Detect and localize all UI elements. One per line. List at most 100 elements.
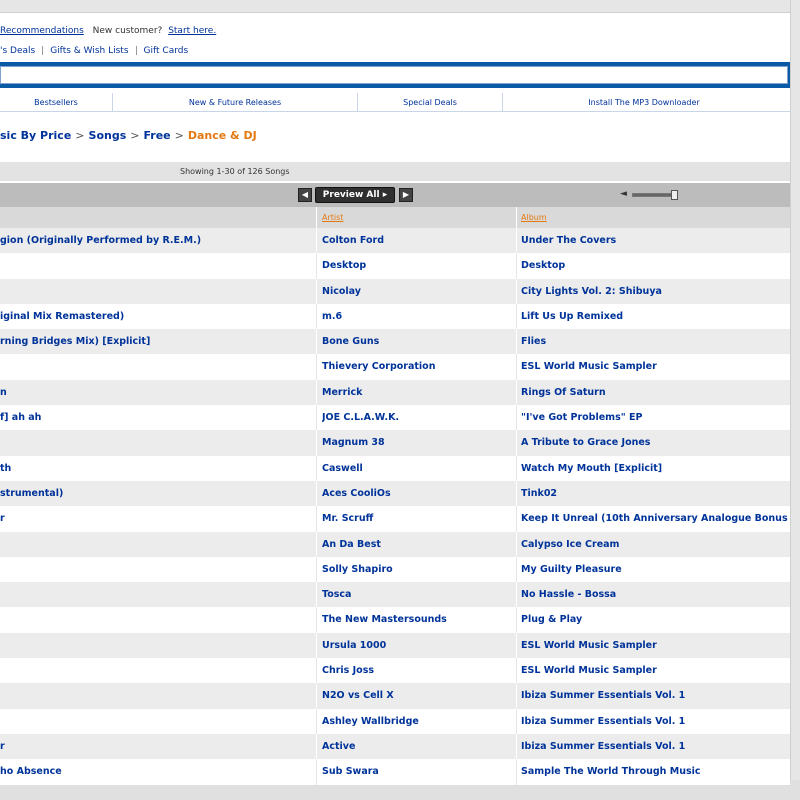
artist-link[interactable]: Active [322, 741, 512, 752]
column-album-header[interactable]: Album [521, 213, 547, 222]
column-divider [516, 253, 517, 279]
artist-link[interactable]: Mr. Scruff [322, 513, 512, 524]
tab-bestsellers[interactable]: Bestsellers [0, 93, 113, 111]
start-here-link[interactable]: Start here. [168, 26, 216, 36]
artist-link[interactable]: Magnum 38 [322, 437, 512, 448]
divider [42, 46, 44, 55]
table-header: Artist Album [0, 207, 790, 228]
tab-special-deals[interactable]: Special Deals [358, 93, 503, 111]
artist-link[interactable]: Solly Shapiro [322, 564, 512, 575]
song-title-link[interactable]: gion (Originally Performed by R.E.M.) [0, 235, 310, 246]
column-divider [316, 733, 317, 760]
album-link[interactable]: Rings Of Saturn [521, 387, 790, 398]
gifts-wish-lists-link[interactable]: Gifts & Wish Lists [50, 46, 128, 56]
album-link[interactable]: Under The Covers [521, 235, 790, 246]
song-title-link[interactable]: rning Bridges Mix) [Explicit] [0, 336, 310, 347]
column-divider [516, 733, 517, 760]
table-row: Ashley Wallbridge Ibiza Summer Essentials… [0, 708, 790, 734]
artist-link[interactable]: Nicolay [322, 286, 512, 297]
artist-link[interactable]: Aces CooliOs [322, 488, 512, 499]
album-link[interactable]: Tink02 [521, 488, 790, 499]
album-link[interactable]: No Hassle - Bossa [521, 589, 790, 600]
table-row: An Da Best Calypso Ice Cream [0, 531, 790, 557]
artist-link[interactable]: Merrick [322, 387, 512, 398]
album-link[interactable]: Plug & Play [521, 614, 790, 625]
rewind-icon[interactable]: ◀ [298, 188, 312, 202]
deals-link[interactable]: 's Deals [0, 46, 35, 56]
column-artist-header[interactable]: Artist [322, 213, 343, 222]
song-title-link[interactable]: r [0, 513, 310, 524]
breadcrumb-songs[interactable]: Songs [89, 129, 127, 142]
account-links: Recommendations New customer? Start here… [0, 26, 216, 38]
column-divider [516, 329, 517, 355]
album-link[interactable]: My Guilty Pleasure [521, 564, 790, 575]
artist-link[interactable]: Tosca [322, 589, 512, 600]
gift-cards-link[interactable]: Gift Cards [144, 46, 189, 56]
album-link[interactable]: Ibiza Summer Essentials Vol. 1 [521, 741, 790, 752]
artist-link[interactable]: JOE C.L.A.W.K. [322, 412, 512, 423]
search-input[interactable] [0, 66, 788, 84]
column-divider [316, 278, 317, 304]
volume-handle[interactable] [671, 190, 678, 200]
volume-slider[interactable] [632, 193, 676, 197]
artist-link[interactable]: Ashley Wallbridge [322, 716, 512, 727]
artist-link[interactable]: m.6 [322, 311, 512, 322]
song-title-link[interactable]: r [0, 741, 310, 752]
fast-forward-icon[interactable]: ▶ [399, 188, 413, 202]
column-divider [516, 556, 517, 583]
table-row: n Merrick Rings Of Saturn [0, 379, 790, 406]
table-row: The New Mastersounds Plug & Play [0, 607, 790, 633]
column-divider [316, 683, 317, 709]
album-link[interactable]: ESL World Music Sampler [521, 361, 790, 372]
artist-link[interactable]: Bone Guns [322, 336, 512, 347]
recommendations-link[interactable]: Recommendations [0, 26, 84, 36]
divider [135, 46, 137, 55]
table-row: Magnum 38 A Tribute to Grace Jones [0, 430, 790, 456]
table-row: rning Bridges Mix) [Explicit] Bone Guns Fl… [0, 329, 790, 355]
album-link[interactable]: Sample The World Through Music [521, 766, 790, 777]
album-link[interactable]: ESL World Music Sampler [521, 640, 790, 651]
artist-link[interactable]: Chris Joss [322, 665, 512, 676]
artist-link[interactable]: N2O vs Cell X [322, 690, 512, 701]
table-row: Chris Joss ESL World Music Sampler [0, 658, 790, 684]
volume-level [633, 194, 671, 196]
album-link[interactable]: A Tribute to Grace Jones [521, 437, 790, 448]
song-title-link[interactable]: iginal Mix Remastered) [0, 311, 310, 322]
tab-new-future-releases[interactable]: New & Future Releases [113, 93, 358, 111]
album-link[interactable]: Watch My Mouth [Explicit] [521, 463, 790, 474]
album-link[interactable]: Flies [521, 336, 790, 347]
column-divider [316, 759, 317, 785]
artist-link[interactable]: Colton Ford [322, 235, 512, 246]
artist-link[interactable]: Ursula 1000 [322, 640, 512, 651]
album-link[interactable]: "I've Got Problems" EP [521, 412, 790, 423]
preview-player-bar: ◀ Preview All ▸ ▶ ◄ [0, 183, 790, 207]
preview-all-button[interactable]: Preview All ▸ [315, 187, 395, 203]
song-title-link[interactable]: f] ah ah [0, 412, 310, 423]
album-link[interactable]: City Lights Vol. 2: Shibuya [521, 286, 790, 297]
song-title-link[interactable]: strumental) [0, 488, 310, 499]
artist-link[interactable]: Caswell [322, 463, 512, 474]
artist-link[interactable]: The New Mastersounds [322, 614, 512, 625]
breadcrumb-free[interactable]: Free [143, 129, 170, 142]
album-link[interactable]: ESL World Music Sampler [521, 665, 790, 676]
album-link[interactable]: Ibiza Summer Essentials Vol. 1 [521, 716, 790, 727]
table-row: th Caswell Watch My Mouth [Explicit] [0, 455, 790, 481]
artist-link[interactable]: Sub Swara [322, 766, 512, 777]
table-row: r Active Ibiza Summer Essentials Vol. 1 [0, 733, 790, 760]
column-divider [516, 531, 517, 557]
artist-link[interactable]: An Da Best [322, 539, 512, 550]
album-link[interactable]: Desktop [521, 260, 790, 271]
artist-link[interactable]: Desktop [322, 260, 512, 271]
song-title-link[interactable]: ho Absence [0, 766, 310, 777]
song-title-link[interactable]: n [0, 387, 310, 398]
column-divider [316, 480, 317, 507]
album-link[interactable]: Ibiza Summer Essentials Vol. 1 [521, 690, 790, 701]
album-link[interactable]: Calypso Ice Cream [521, 539, 790, 550]
breadcrumb-music-by-price[interactable]: sic By Price [0, 129, 71, 142]
song-title-link[interactable]: th [0, 463, 310, 474]
album-link[interactable]: Keep It Unreal (10th Anniversary Analogu… [521, 513, 790, 524]
tab-install-mp3-downloader[interactable]: Install The MP3 Downloader [503, 93, 785, 111]
artist-link[interactable]: Thievery Corporation [322, 361, 512, 372]
album-link[interactable]: Lift Us Up Remixed [521, 311, 790, 322]
column-divider [516, 278, 517, 304]
